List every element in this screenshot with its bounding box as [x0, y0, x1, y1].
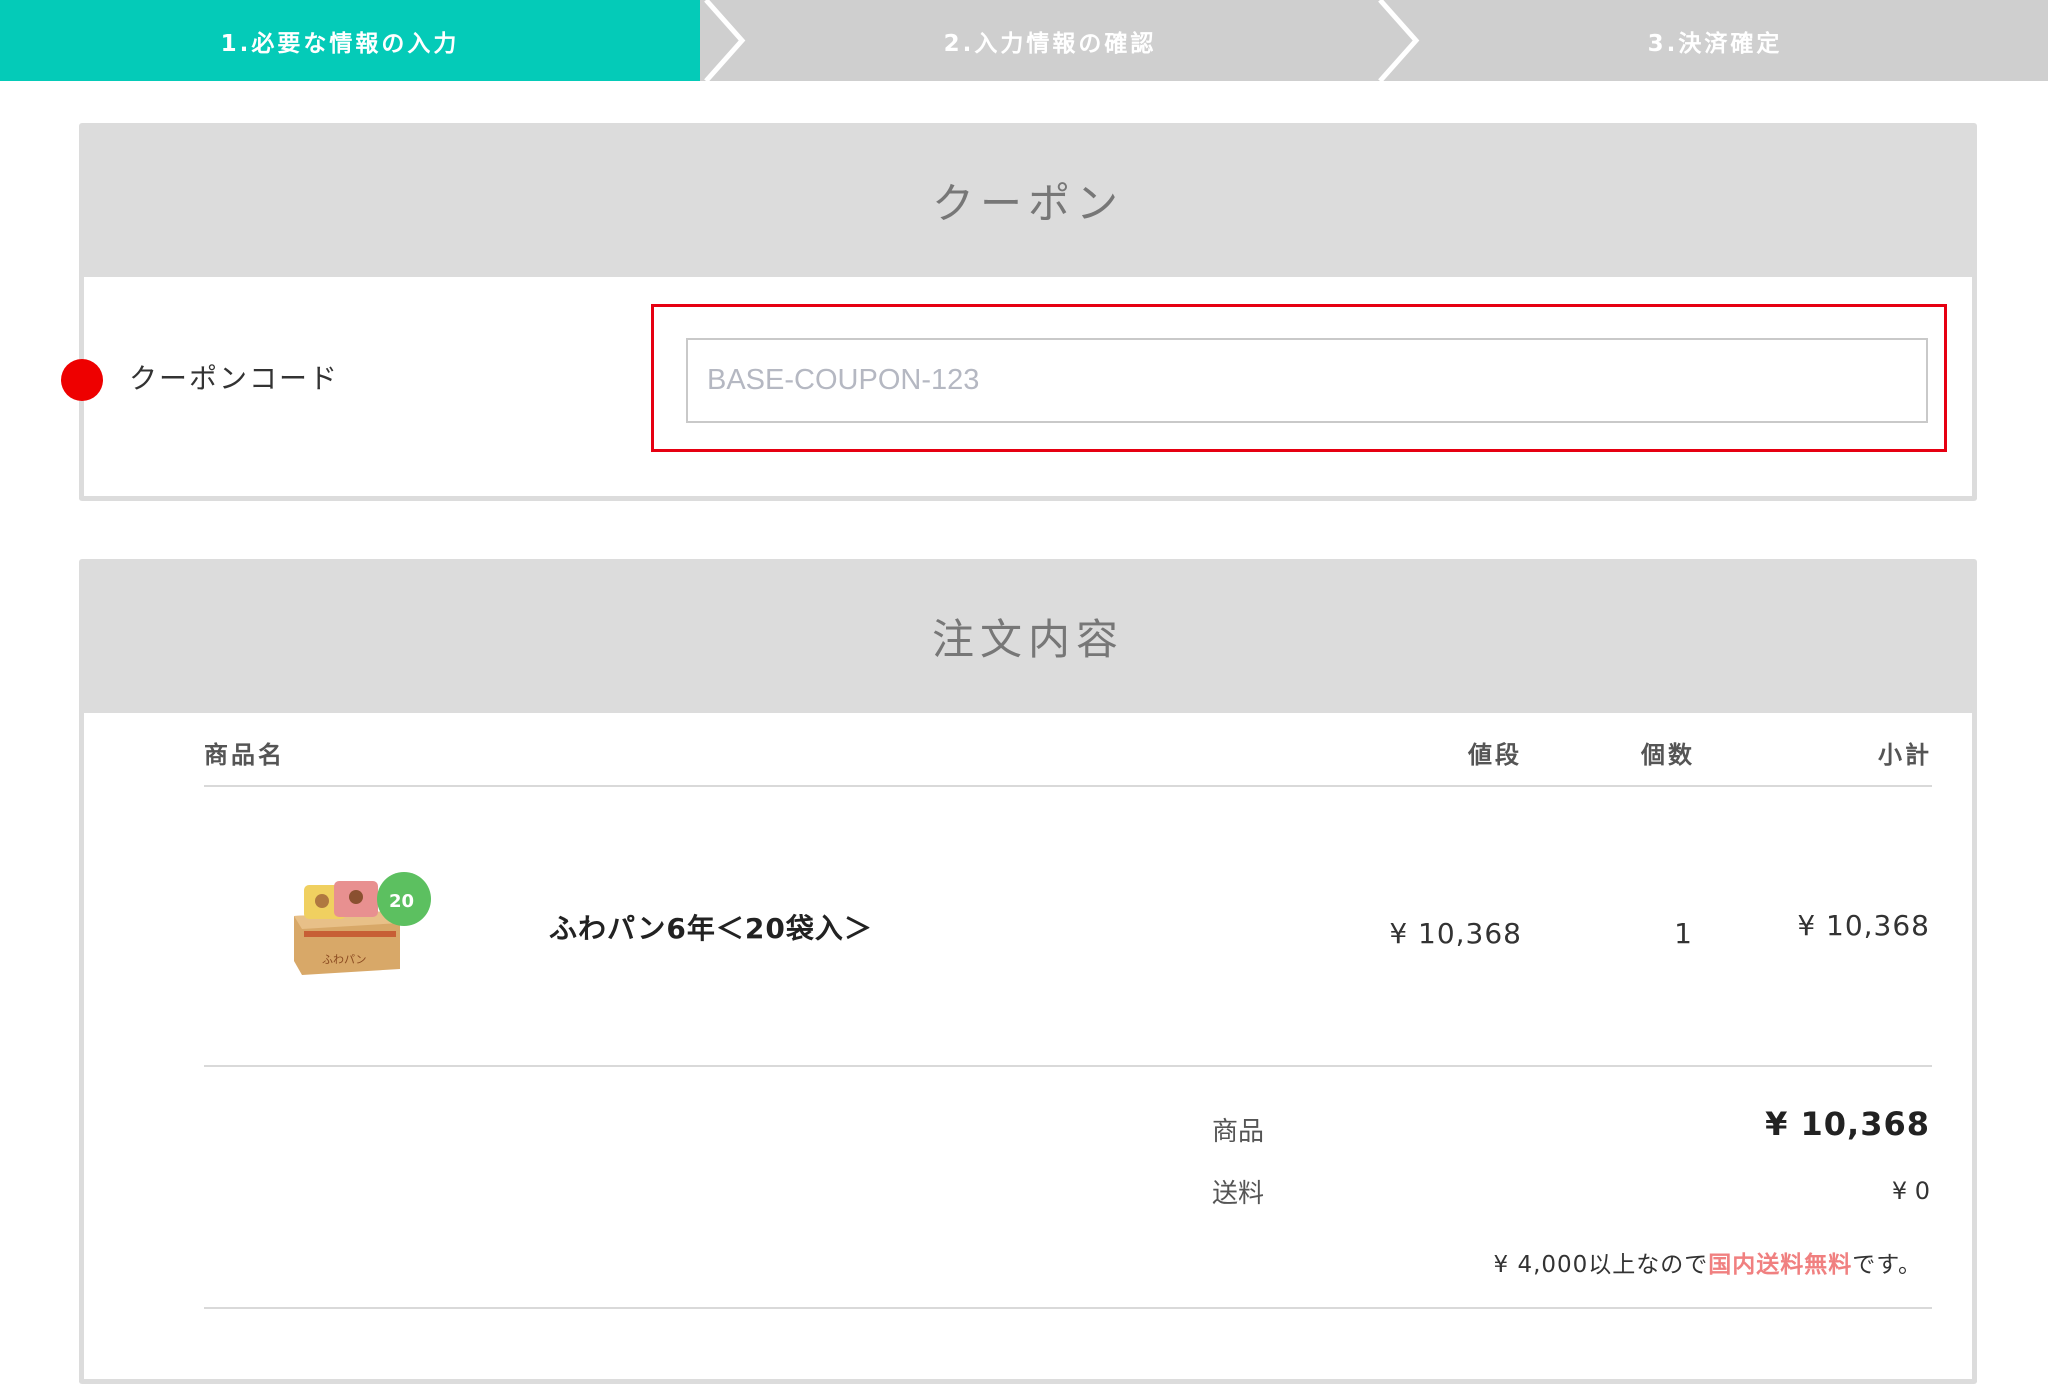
step-input: 1.必要な情報の入力: [0, 0, 700, 81]
svg-text:ふわパン: ふわパン: [322, 953, 367, 966]
product-name[interactable]: ふわパン6年＜20袋入＞: [549, 907, 873, 947]
coupon-code-label: クーポンコード: [129, 362, 340, 395]
column-header-price: 値段: [1468, 741, 1522, 769]
product-total-value: ¥ 10,368: [1765, 1105, 1930, 1143]
product-quantity: 1: [1674, 917, 1692, 950]
step-payment: 3.決済確定: [1395, 0, 2035, 81]
thumb-badge-text: 20: [389, 891, 414, 912]
coupon-heading: クーポン: [84, 123, 1972, 277]
table-row: ふわパン 20 ふわパン6年＜20袋入＞ ¥ 10,368 1 ¥ 10,368: [204, 787, 1932, 1067]
free-note-prefix: ¥ 4,000以上なので: [1493, 1252, 1709, 1278]
product-subtotal: ¥ 10,368: [1797, 909, 1930, 942]
column-header-subtotal: 小計: [1878, 741, 1932, 769]
order-table-header: 商品名 値段 個数 小計: [204, 735, 1932, 787]
step-input-label: 1.必要な情報の入力: [220, 30, 460, 57]
coupon-highlight-box: [651, 304, 1947, 452]
coupon-row: クーポンコード: [84, 277, 1972, 491]
order-summary: 商品 ¥ 10,368 送料 ¥ 0 ¥ 4,000以上なので国内送料無料です。: [204, 1067, 1932, 1309]
step-payment-label: 3.決済確定: [1647, 30, 1783, 57]
free-shipping-note: ¥ 4,000以上なので国内送料無料です。: [1494, 1245, 1923, 1279]
step-confirm: 2.入力情報の確認: [740, 0, 1360, 81]
free-note-suffix: です。: [1852, 1252, 1922, 1278]
step-confirm-label: 2.入力情報の確認: [943, 30, 1157, 57]
order-panel: 注文内容 商品名 値段 個数 小計 ふわパン 20 ふわパン6年＜20袋入＞ ¥…: [79, 559, 1977, 1384]
order-heading: 注文内容: [84, 559, 1972, 713]
coupon-panel: クーポン クーポンコード: [79, 123, 1977, 501]
product-thumbnail[interactable]: ふわパン 20: [282, 871, 434, 981]
product-total-label: 商品: [1212, 1117, 1265, 1147]
coupon-code-input[interactable]: [686, 338, 1928, 423]
required-dot-icon: [61, 359, 103, 401]
shipping-value: ¥ 0: [1891, 1177, 1930, 1205]
product-price: ¥ 10,368: [1389, 917, 1522, 950]
checkout-steps: 1.必要な情報の入力 2.入力情報の確認 3.決済確定: [0, 0, 2048, 81]
free-shipping-highlight: 国内送料無料: [1708, 1252, 1853, 1278]
shipping-label: 送料: [1212, 1179, 1265, 1209]
column-header-name: 商品名: [204, 741, 285, 769]
column-header-qty: 個数: [1641, 741, 1695, 769]
